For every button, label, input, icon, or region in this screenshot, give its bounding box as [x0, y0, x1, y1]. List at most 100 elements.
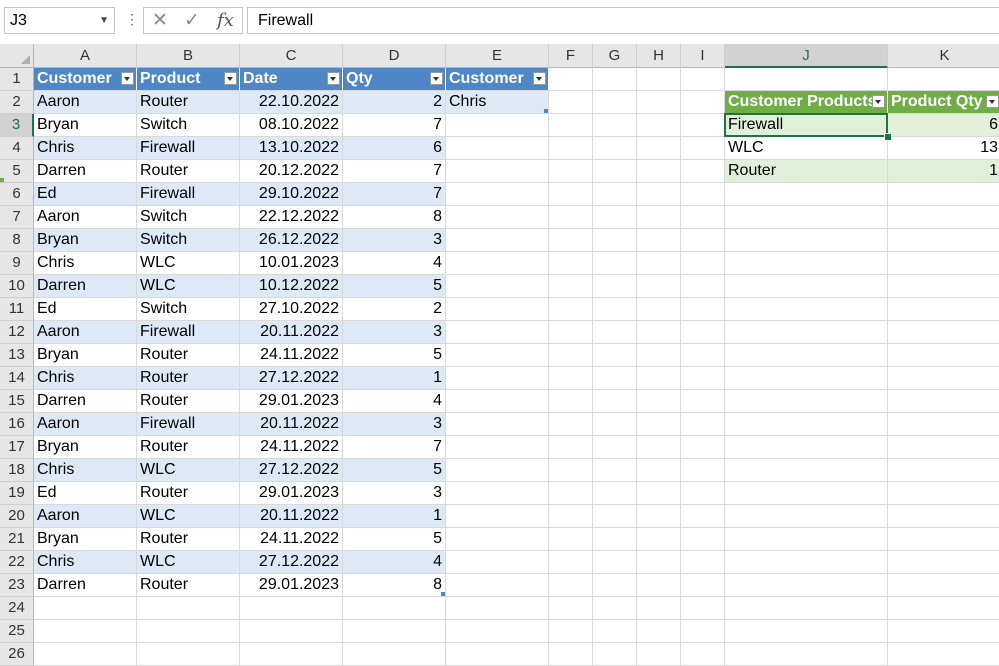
- cell[interactable]: [681, 390, 725, 413]
- cell[interactable]: [888, 574, 999, 597]
- table-cell[interactable]: 2: [343, 91, 446, 114]
- cell[interactable]: [549, 206, 593, 229]
- cell[interactable]: [637, 436, 681, 459]
- cell[interactable]: [888, 298, 999, 321]
- table-cell[interactable]: Chris: [34, 137, 137, 160]
- cell[interactable]: [681, 436, 725, 459]
- cell[interactable]: [637, 183, 681, 206]
- cell[interactable]: [888, 275, 999, 298]
- cell[interactable]: [888, 459, 999, 482]
- table-cell[interactable]: Switch: [137, 298, 240, 321]
- table-cell[interactable]: 22.12.2022: [240, 206, 343, 229]
- table-cell[interactable]: Router: [137, 367, 240, 390]
- cell[interactable]: [593, 137, 637, 160]
- table-cell[interactable]: 4: [343, 390, 446, 413]
- cell[interactable]: [549, 114, 593, 137]
- cell[interactable]: [637, 551, 681, 574]
- cell[interactable]: [888, 528, 999, 551]
- cell[interactable]: [34, 643, 137, 666]
- cell[interactable]: [681, 528, 725, 551]
- cell[interactable]: [637, 91, 681, 114]
- row-header-1[interactable]: 1: [0, 68, 34, 91]
- table-cell[interactable]: Router: [137, 390, 240, 413]
- table-cell[interactable]: Switch: [137, 206, 240, 229]
- cell[interactable]: [446, 643, 549, 666]
- table-cell[interactable]: Bryan: [34, 436, 137, 459]
- table-cell[interactable]: Router: [137, 344, 240, 367]
- cell[interactable]: [725, 367, 888, 390]
- cell[interactable]: [34, 597, 137, 620]
- cell[interactable]: [593, 229, 637, 252]
- cell[interactable]: [888, 551, 999, 574]
- cell[interactable]: [549, 137, 593, 160]
- column-header-k[interactable]: K: [888, 44, 999, 68]
- cell[interactable]: [725, 643, 888, 666]
- cell[interactable]: [725, 229, 888, 252]
- filter-dropdown-icon[interactable]: [224, 72, 237, 85]
- cell[interactable]: [637, 206, 681, 229]
- table-cell[interactable]: Router: [137, 91, 240, 114]
- table-cell[interactable]: Router: [137, 436, 240, 459]
- cell[interactable]: [549, 436, 593, 459]
- table-cell[interactable]: Bryan: [34, 229, 137, 252]
- row-header-2[interactable]: 2: [0, 91, 34, 114]
- table-cell[interactable]: Darren: [34, 160, 137, 183]
- cell[interactable]: [446, 413, 549, 436]
- table-cell[interactable]: Switch: [137, 229, 240, 252]
- result-header-products[interactable]: Customer Products: [725, 91, 888, 114]
- table-cell[interactable]: Aaron: [34, 413, 137, 436]
- row-header-20[interactable]: 20: [0, 505, 34, 528]
- table-cell[interactable]: 5: [343, 459, 446, 482]
- table-cell[interactable]: 29.10.2022: [240, 183, 343, 206]
- row-header-4[interactable]: 4: [0, 137, 34, 160]
- cell[interactable]: [446, 275, 549, 298]
- table-cell[interactable]: 27.12.2022: [240, 551, 343, 574]
- cell[interactable]: [681, 505, 725, 528]
- cell[interactable]: [637, 160, 681, 183]
- result-cell[interactable]: Router: [725, 160, 888, 183]
- cell[interactable]: [725, 275, 888, 298]
- filter-dropdown-icon[interactable]: [872, 95, 885, 108]
- cell[interactable]: [446, 459, 549, 482]
- filter-table-header[interactable]: Customer: [446, 68, 549, 91]
- table-cell[interactable]: Chris: [34, 252, 137, 275]
- cell[interactable]: [725, 68, 888, 91]
- chevron-down-icon[interactable]: ▼: [99, 8, 109, 33]
- cell[interactable]: [446, 183, 549, 206]
- row-header-8[interactable]: 8: [0, 229, 34, 252]
- result-cell[interactable]: 6: [888, 114, 999, 137]
- table-cell[interactable]: Aaron: [34, 206, 137, 229]
- table-header-customer[interactable]: Customer: [34, 68, 137, 91]
- table-cell[interactable]: Router: [137, 160, 240, 183]
- cell[interactable]: [888, 505, 999, 528]
- cell[interactable]: [637, 321, 681, 344]
- cell[interactable]: [446, 367, 549, 390]
- cell[interactable]: [593, 321, 637, 344]
- cell[interactable]: [681, 551, 725, 574]
- cell[interactable]: [593, 68, 637, 91]
- table-cell[interactable]: 5: [343, 528, 446, 551]
- cell[interactable]: [681, 367, 725, 390]
- cell[interactable]: [888, 413, 999, 436]
- cell[interactable]: [240, 620, 343, 643]
- cell[interactable]: [593, 390, 637, 413]
- result-cell[interactable]: 13: [888, 137, 999, 160]
- row-header-24[interactable]: 24: [0, 597, 34, 620]
- result-header-qty[interactable]: Product Qty: [888, 91, 999, 114]
- table-cell[interactable]: 08.10.2022: [240, 114, 343, 137]
- row-header-11[interactable]: 11: [0, 298, 34, 321]
- row-header-7[interactable]: 7: [0, 206, 34, 229]
- table-cell[interactable]: 3: [343, 321, 446, 344]
- table-cell[interactable]: WLC: [137, 459, 240, 482]
- cell[interactable]: [593, 160, 637, 183]
- table-cell[interactable]: 20.11.2022: [240, 505, 343, 528]
- row-header-17[interactable]: 17: [0, 436, 34, 459]
- cell[interactable]: [549, 643, 593, 666]
- cell[interactable]: [549, 597, 593, 620]
- cell[interactable]: [549, 390, 593, 413]
- name-box[interactable]: J3 ▼: [4, 7, 115, 34]
- cell[interactable]: [549, 505, 593, 528]
- row-header-6[interactable]: 6: [0, 183, 34, 206]
- cell[interactable]: [681, 459, 725, 482]
- filter-table-value[interactable]: Chris: [446, 91, 549, 114]
